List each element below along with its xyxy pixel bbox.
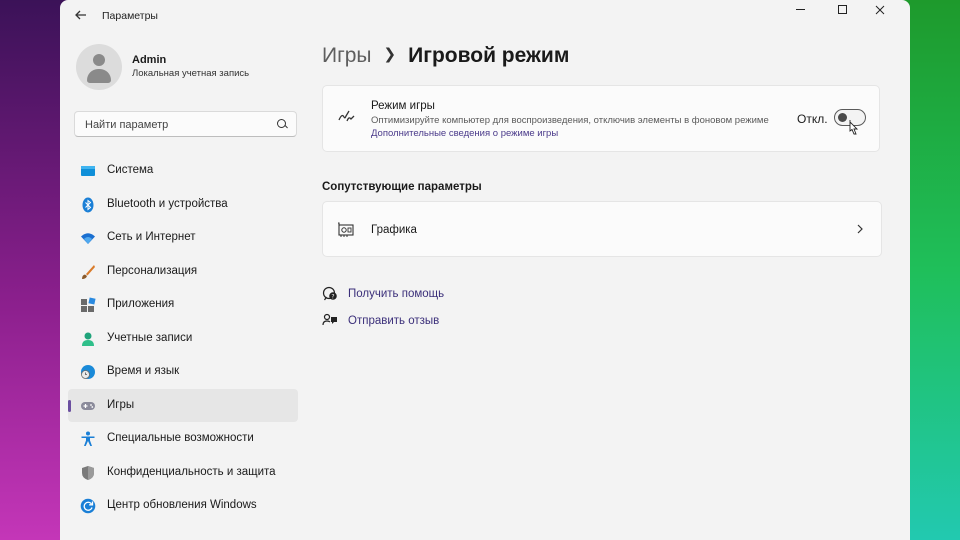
- game-mode-icon: [338, 110, 355, 122]
- sidebar-item-label: Приложения: [107, 298, 175, 310]
- sidebar-nav: Система Bluetooth и устройства Сеть и Ин…: [68, 154, 298, 523]
- breadcrumb-parent[interactable]: Игры: [322, 44, 372, 67]
- game-mode-description: Оптимизируйте компьютер для воспроизведе…: [371, 115, 769, 126]
- shield-icon: [82, 465, 94, 480]
- get-help-label: Получить помощь: [348, 288, 445, 300]
- avatar[interactable]: [76, 44, 122, 90]
- search-icon[interactable]: [277, 119, 286, 128]
- sidebar-item-label: Центр обновления Windows: [107, 499, 257, 511]
- sidebar-item-apps[interactable]: Приложения: [68, 288, 298, 322]
- title-bar: Параметры: [60, 0, 910, 32]
- sidebar-item-network[interactable]: Сеть и Интернет: [68, 221, 298, 255]
- toggle-state-label: Откл.: [797, 112, 828, 126]
- bluetooth-icon: [82, 197, 94, 212]
- chevron-right-icon: [857, 224, 863, 234]
- back-arrow-icon[interactable]: [74, 8, 90, 24]
- accessibility-icon: [81, 431, 95, 446]
- chevron-right-icon: ❯: [383, 46, 397, 63]
- sidebar-item-personalization[interactable]: Персонализация: [68, 255, 298, 289]
- sidebar-item-accessibility[interactable]: Специальные возможности: [68, 422, 298, 456]
- sidebar-item-system[interactable]: Система: [68, 154, 298, 188]
- minimize-button[interactable]: [780, 0, 820, 20]
- window-title: Параметры: [102, 10, 158, 22]
- update-icon: [80, 498, 96, 514]
- sidebar-item-label: Учетные записи: [107, 331, 193, 344]
- avatar-head: [93, 54, 105, 66]
- sidebar-item-gaming[interactable]: Игры: [68, 388, 298, 422]
- svg-text:?: ?: [331, 293, 334, 300]
- search-input[interactable]: [83, 116, 267, 134]
- close-icon: [875, 5, 885, 15]
- breadcrumb: Игры ❯ Игровой режим: [322, 44, 569, 68]
- sidebar-item-label: Bluetooth и устройства: [107, 197, 228, 210]
- sidebar-item-label: Время и язык: [107, 365, 180, 377]
- apps-icon: [81, 297, 96, 312]
- send-feedback-label: Отправить отзыв: [348, 315, 440, 327]
- sidebar-item-label: Специальные возможности: [107, 432, 254, 444]
- sidebar-item-windows-update[interactable]: Центр обновления Windows: [68, 489, 298, 523]
- avatar-body: [87, 69, 111, 83]
- maximize-button[interactable]: [822, 0, 862, 20]
- graphics-label: Графика: [371, 224, 417, 236]
- game-mode-title: Режим игры: [371, 100, 435, 112]
- user-role: Локальная учетная запись: [132, 68, 250, 79]
- game-mode-card: Режим игры Оптимизируйте компьютер для в…: [322, 85, 880, 152]
- sidebar-item-label: Сеть и Интернет: [107, 231, 196, 243]
- search-box[interactable]: [74, 111, 297, 137]
- game-mode-learn-more-link[interactable]: Дополнительные сведения о режиме игры: [371, 128, 558, 139]
- mouse-pointer-icon: [849, 120, 859, 135]
- wifi-icon: [81, 233, 95, 244]
- sidebar-item-time-language[interactable]: Время и язык: [68, 355, 298, 389]
- sidebar-item-label: Система: [107, 164, 154, 176]
- globe-clock-icon: [81, 365, 95, 379]
- help-icon: ?: [322, 286, 337, 301]
- feedback-icon: [322, 313, 337, 326]
- sidebar-item-privacy[interactable]: Конфиденциальность и защита: [68, 456, 298, 490]
- settings-window: Параметры Admin Локальная учетная запись…: [60, 0, 910, 540]
- account-icon: [82, 332, 94, 346]
- close-button[interactable]: [860, 0, 900, 20]
- system-icon: [81, 166, 95, 176]
- sidebar-item-accounts[interactable]: Учетные записи: [68, 322, 298, 356]
- sidebar-item-label: Конфиденциальность и защита: [107, 465, 276, 478]
- related-settings-heading: Сопутствующие параметры: [322, 181, 482, 193]
- minimize-icon: [795, 9, 805, 11]
- maximize-icon: [837, 5, 847, 15]
- sidebar-item-bluetooth[interactable]: Bluetooth и устройства: [68, 188, 298, 222]
- brush-icon: [82, 264, 95, 279]
- graphics-card-row[interactable]: Графика: [322, 201, 882, 257]
- page-title: Игровой режим: [408, 44, 570, 67]
- user-name: Admin: [132, 54, 167, 66]
- graphics-card-icon: [338, 222, 354, 237]
- sidebar-item-label: Игры: [107, 398, 135, 411]
- gamepad-icon: [81, 401, 95, 410]
- sidebar-item-label: Персонализация: [107, 264, 198, 277]
